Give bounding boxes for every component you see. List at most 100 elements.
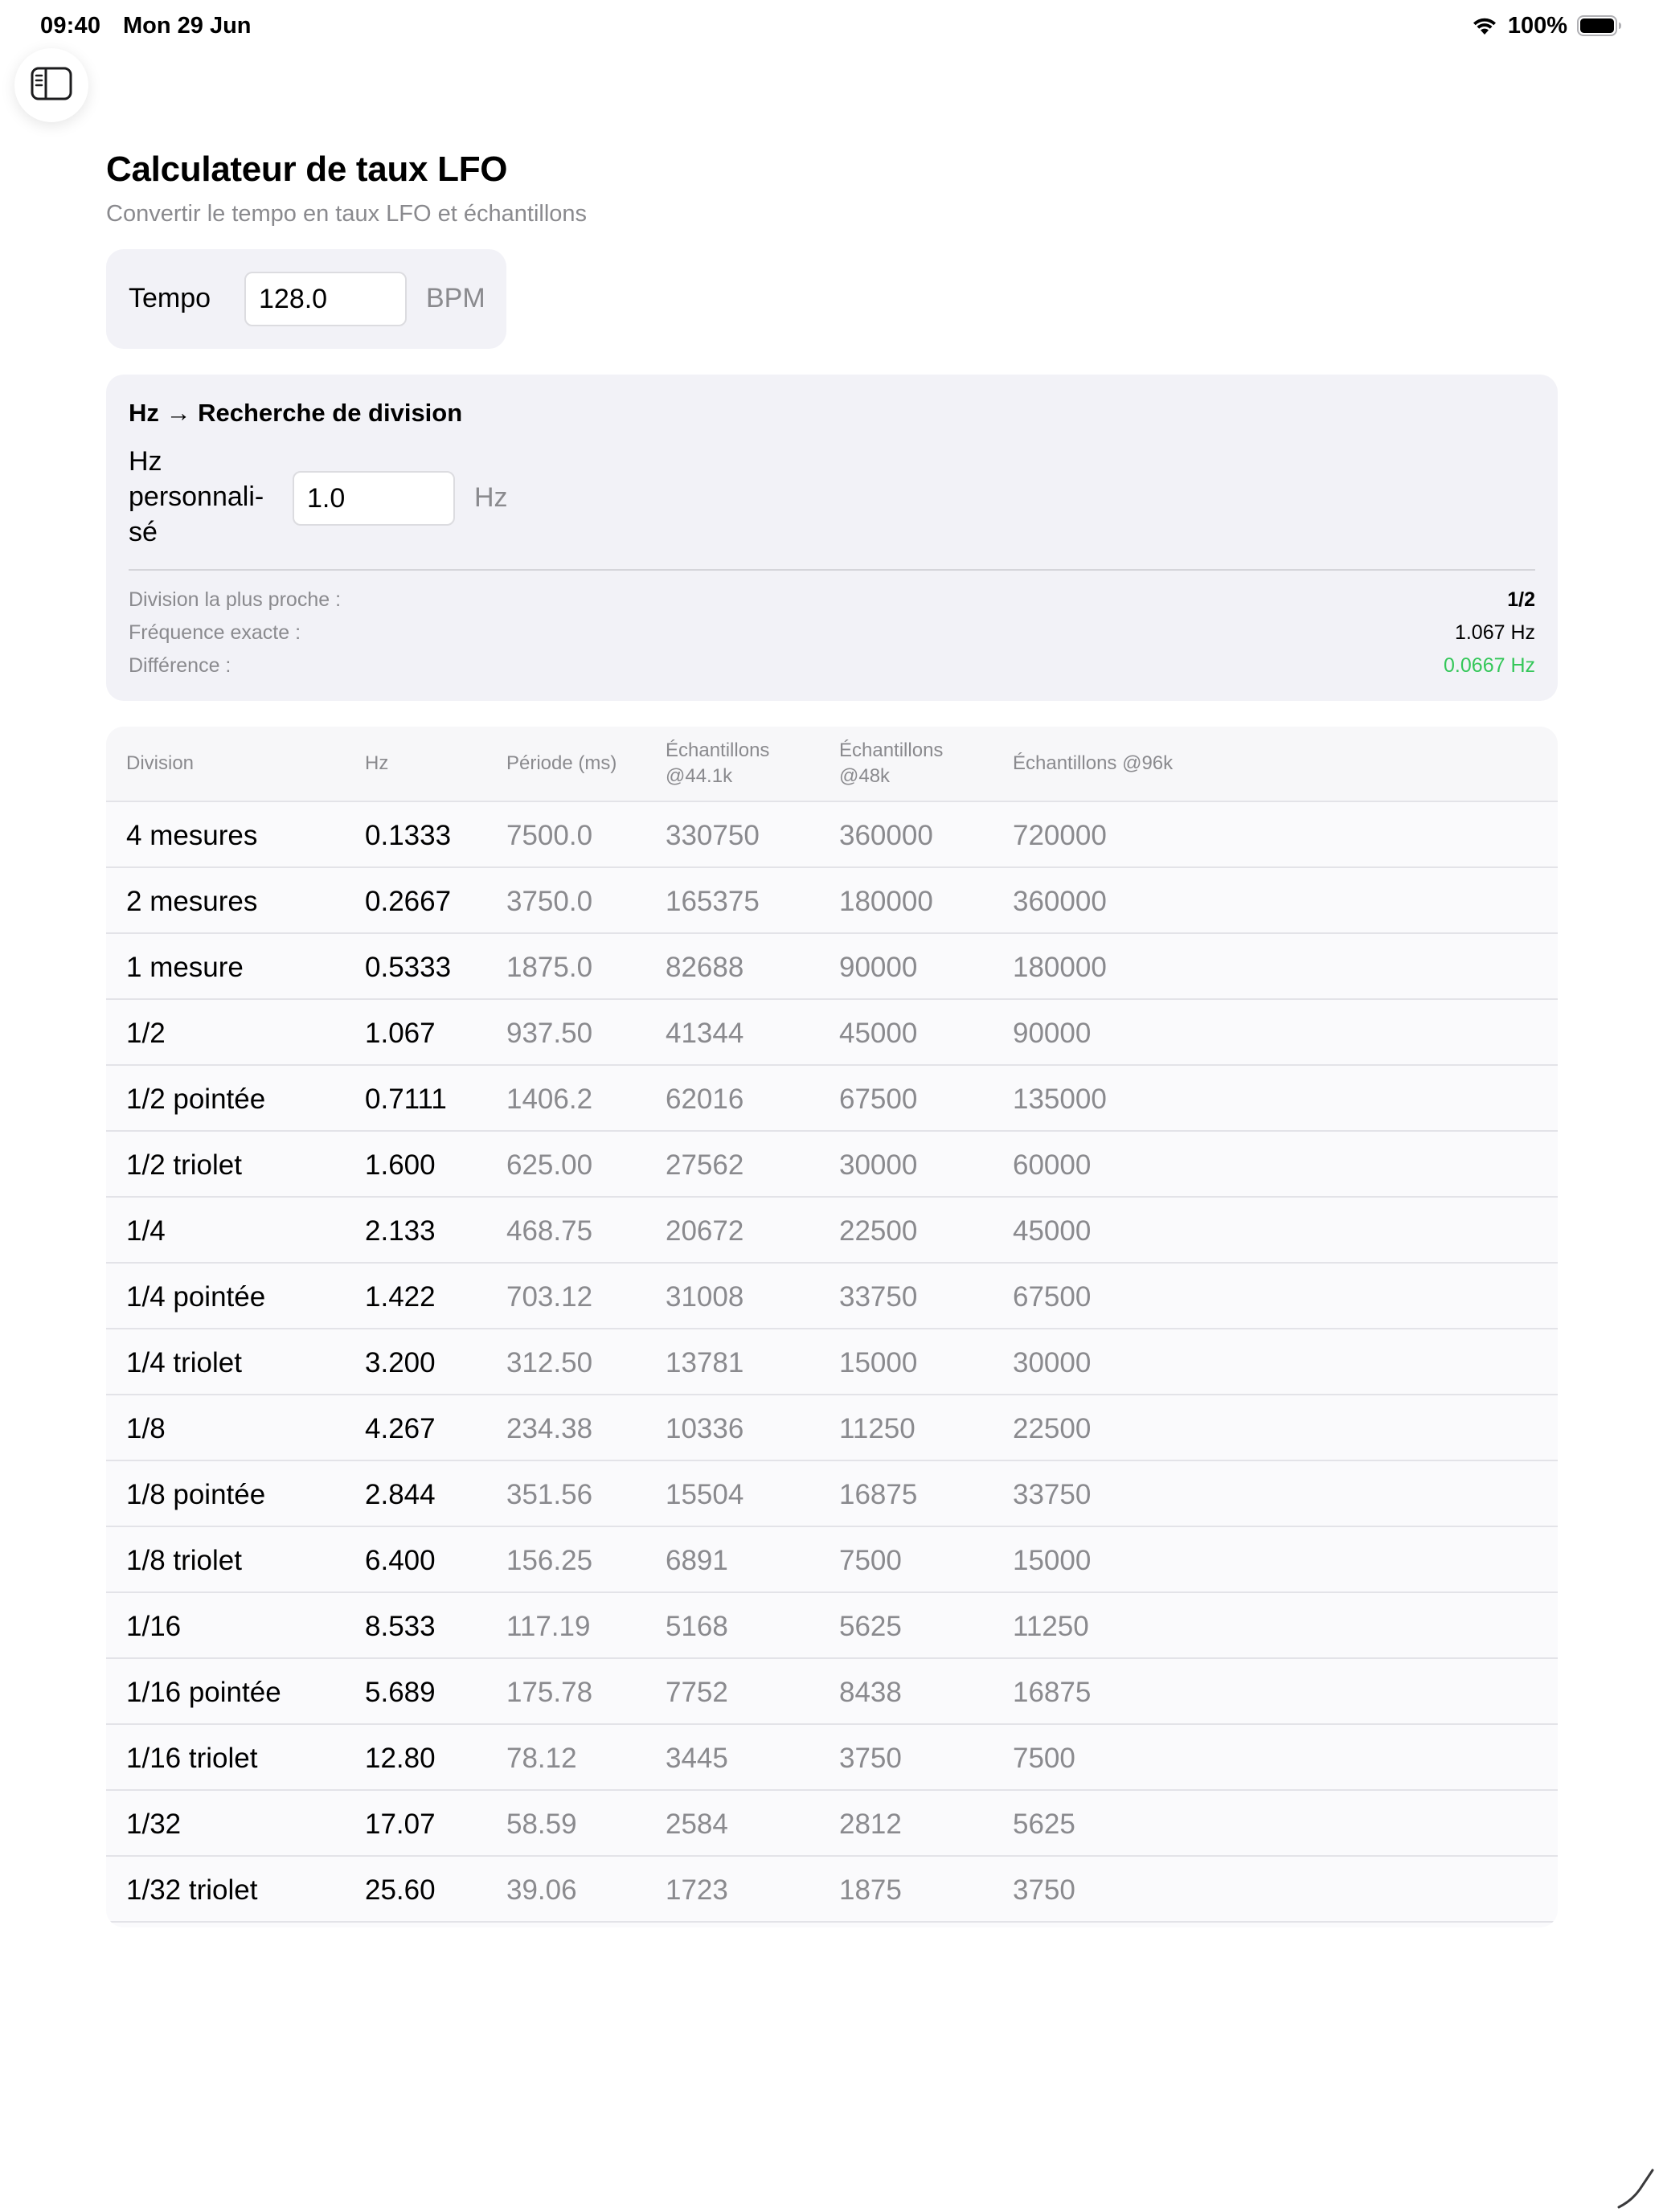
cell-samples-44k: 7752 (666, 1677, 728, 1708)
table-row: 1/8 4.267 234.38 10336 11250 22500 (106, 1395, 1558, 1461)
cell-period: 703.12 (506, 1281, 593, 1313)
cell-samples-96k: 135000 (1013, 1083, 1107, 1115)
tempo-unit: BPM (426, 283, 485, 313)
cell-period: 39.06 (506, 1874, 577, 1906)
cell-period: 351.56 (506, 1479, 593, 1510)
header-division: Division (126, 752, 195, 774)
tempo-input[interactable] (244, 272, 407, 326)
cell-samples-44k: 41344 (666, 1018, 744, 1049)
cell-samples-48k: 2812 (839, 1809, 902, 1840)
cell-division: 1/32 triolet (126, 1874, 258, 1906)
cell-samples-48k: 8438 (839, 1677, 902, 1708)
cell-samples-48k: 15000 (839, 1347, 918, 1378)
hz-lookup-card: Hz → Recherche de division Hz personnali… (106, 375, 1558, 701)
cell-hz: 8.533 (365, 1611, 436, 1642)
cell-samples-48k: 67500 (839, 1083, 918, 1115)
difference-row: Différence : 0.0667 Hz (129, 654, 1535, 686)
cell-division: 1/2 triolet (126, 1149, 242, 1181)
cell-hz: 2.133 (365, 1215, 436, 1247)
cell-division: 1/4 pointée (126, 1281, 266, 1313)
cell-samples-96k: 11250 (1013, 1611, 1089, 1642)
table-row: 1/2 pointée 0.7111 1406.2 62016 67500 135000 (106, 1066, 1558, 1132)
cell-hz: 4.267 (365, 1413, 436, 1444)
table-row: 1/16 8.533 117.19 5168 5625 11250 (106, 1593, 1558, 1659)
cell-period: 312.50 (506, 1347, 593, 1378)
cell-samples-96k: 45000 (1013, 1215, 1092, 1247)
cell-period: 625.00 (506, 1149, 593, 1181)
divider (129, 569, 1535, 571)
cell-samples-48k: 16875 (839, 1479, 918, 1510)
pencil-icon (1616, 2154, 1656, 2210)
cell-samples-96k: 3750 (1013, 1874, 1075, 1906)
cell-samples-44k: 330750 (666, 820, 760, 851)
header-period: Période (ms) (506, 752, 617, 774)
header-samples-96k: Échantillons @96k (1013, 752, 1174, 774)
battery-percentage: 100% (1507, 12, 1567, 39)
custom-hz-label: Hz personnali-sé (129, 446, 264, 547)
status-indicators: 100% (1471, 11, 1622, 40)
header-hz: Hz (365, 752, 389, 774)
cell-hz: 12.80 (365, 1743, 436, 1774)
cell-period: 58.59 (506, 1809, 577, 1840)
cell-samples-48k: 5625 (839, 1611, 902, 1642)
cell-hz: 5.689 (365, 1677, 436, 1708)
table-row: 1/4 2.133 468.75 20672 22500 45000 (106, 1198, 1558, 1264)
nearest-division-label: Division la plus proche : (129, 588, 342, 611)
cell-period: 117.19 (506, 1611, 591, 1642)
cell-hz: 3.200 (365, 1347, 436, 1378)
cell-samples-96k: 180000 (1013, 952, 1107, 983)
cell-period: 468.75 (506, 1215, 593, 1247)
cell-samples-44k: 3445 (666, 1743, 728, 1774)
cell-samples-44k: 165375 (666, 886, 760, 917)
difference-value: 0.0667 Hz (1444, 654, 1535, 677)
cell-division: 4 mesures (126, 820, 258, 851)
wifi-icon (1471, 15, 1498, 36)
custom-hz-input[interactable] (293, 471, 455, 526)
cell-samples-44k: 10336 (666, 1413, 744, 1444)
cell-samples-44k: 13781 (666, 1347, 744, 1378)
cell-samples-96k: 33750 (1013, 1479, 1092, 1510)
cell-hz: 2.844 (365, 1479, 436, 1510)
table-row: 4 mesures 0.1333 7500.0 330750 360000 720000 (106, 802, 1558, 868)
cell-division: 1/4 (126, 1215, 166, 1247)
cell-samples-96k: 360000 (1013, 886, 1107, 917)
cell-samples-48k: 3750 (839, 1743, 902, 1774)
cell-hz: 0.7111 (365, 1083, 447, 1115)
table-row: 1/2 triolet 1.600 625.00 27562 30000 60000 (106, 1132, 1558, 1198)
cell-hz: 0.5333 (365, 952, 452, 983)
cell-samples-48k: 360000 (839, 820, 933, 851)
cell-samples-48k: 180000 (839, 886, 933, 917)
table-row: 1/4 triolet 3.200 312.50 13781 15000 30000 (106, 1329, 1558, 1395)
table-row: 1/8 triolet 6.400 156.25 6891 7500 15000 (106, 1527, 1558, 1593)
cell-hz: 6.400 (365, 1545, 436, 1576)
sidebar-toggle-button[interactable] (14, 48, 88, 122)
table-row: 1/4 pointée 1.422 703.12 31008 33750 67500 (106, 1264, 1558, 1329)
cell-samples-48k: 22500 (839, 1215, 918, 1247)
cell-samples-44k: 1723 (666, 1874, 728, 1906)
cell-hz: 25.60 (365, 1874, 436, 1906)
cell-period: 7500.0 (506, 820, 593, 851)
cell-period: 78.12 (506, 1743, 577, 1774)
cell-period: 175.78 (506, 1677, 593, 1708)
cell-samples-44k: 20672 (666, 1215, 744, 1247)
exact-frequency-label: Fréquence exacte : (129, 621, 301, 644)
custom-hz-unit: Hz (474, 482, 508, 513)
cell-period: 234.38 (506, 1413, 593, 1444)
sidebar-icon (31, 67, 72, 104)
header-samples-48k: Échantillons @48k (839, 739, 944, 787)
cell-samples-44k: 31008 (666, 1281, 744, 1313)
exact-frequency-value: 1.067 Hz (1454, 621, 1535, 644)
cell-division: 2 mesures (126, 886, 258, 917)
cell-hz: 1.600 (365, 1149, 436, 1181)
cell-samples-96k: 7500 (1013, 1743, 1075, 1774)
cell-division: 1/8 (126, 1413, 166, 1444)
table-header: Division Hz Période (ms) Échantillons @4… (106, 727, 1558, 802)
table-row: 1/32 triolet 25.60 39.06 1723 1875 3750 (106, 1857, 1558, 1923)
cell-samples-44k: 15504 (666, 1479, 744, 1510)
cell-samples-96k: 22500 (1013, 1413, 1092, 1444)
hz-lookup-title: Hz → Recherche de division (129, 399, 463, 427)
cell-samples-48k: 11250 (839, 1413, 916, 1444)
cell-hz: 1.422 (365, 1281, 436, 1313)
cell-hz: 0.1333 (365, 820, 452, 851)
cell-division: 1 mesure (126, 952, 244, 983)
